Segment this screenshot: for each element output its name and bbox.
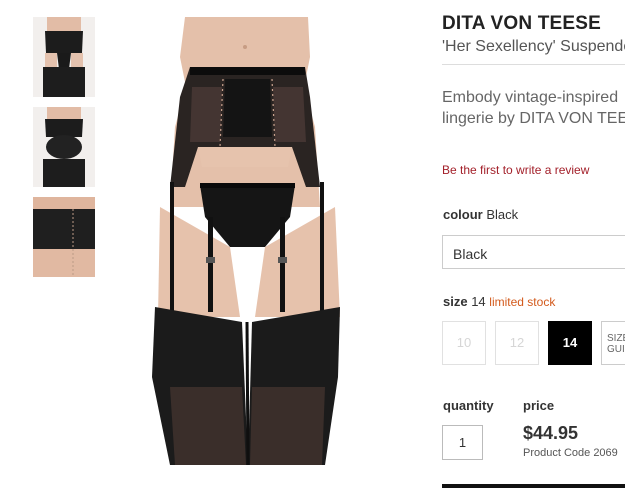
colour-value: Black xyxy=(486,207,519,222)
size-heading: size 14 limited stock xyxy=(443,294,555,309)
stock-status: limited stock xyxy=(489,295,556,309)
size-option-14[interactable]: 14 xyxy=(548,321,592,365)
main-product-image[interactable] xyxy=(130,17,360,465)
price-value: $44.95 xyxy=(523,423,579,443)
size-option-12[interactable]: 12 xyxy=(495,321,539,365)
colour-select[interactable]: Black xyxy=(442,235,625,269)
thumbnail-front[interactable] xyxy=(33,17,95,97)
size-value: 14 xyxy=(471,294,486,309)
colour-select-value: Black xyxy=(453,246,488,262)
quantity-label: quantity xyxy=(443,398,494,413)
thumbnail-detail[interactable] xyxy=(33,197,95,277)
thumbnail-back[interactable] xyxy=(33,107,95,187)
size-guide-button[interactable]: SIZE GUIDE xyxy=(601,321,625,365)
price-label: price xyxy=(523,398,555,413)
product-description: Embody vintage-inspired lingerie by DITA… xyxy=(442,89,625,127)
quantity-input[interactable]: 1 xyxy=(442,425,483,460)
size-option-10[interactable]: 10 xyxy=(442,321,486,365)
add-to-bag-button[interactable] xyxy=(442,484,625,488)
product-code: Product Code 2069 xyxy=(523,447,618,459)
brand-name: DITA VON TEESE xyxy=(442,13,602,34)
colour-label: colour xyxy=(443,207,483,222)
product-title: 'Her Sexellency' Suspender xyxy=(442,38,625,55)
colour-heading: colour Black xyxy=(443,207,518,222)
write-review-link[interactable]: Be the first to write a review xyxy=(442,163,589,177)
size-label: size xyxy=(443,294,468,309)
divider xyxy=(442,64,625,65)
